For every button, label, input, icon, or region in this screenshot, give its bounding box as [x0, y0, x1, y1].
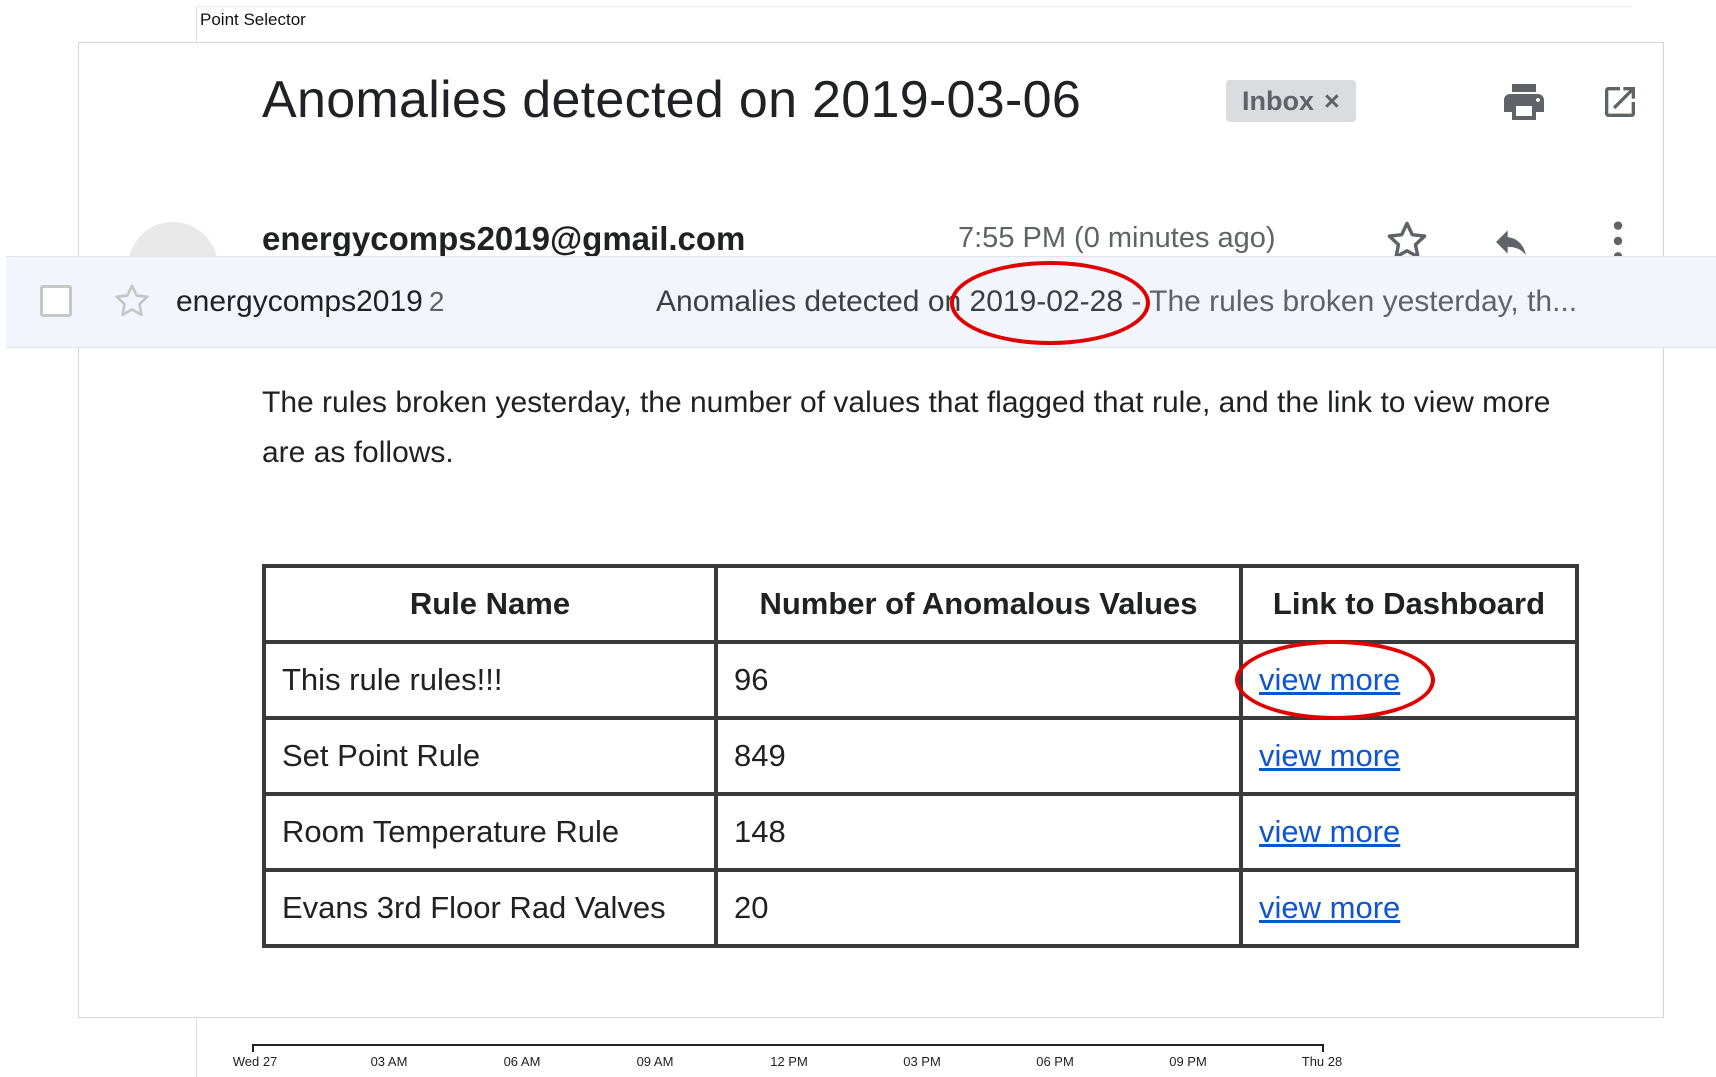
view-more-link-text: view more — [1259, 662, 1401, 697]
row-thread-count: 2 — [428, 286, 445, 317]
background-app-title: Point Selector — [200, 10, 306, 29]
email-timestamp: 7:55 PM (0 minutes ago) — [958, 222, 1276, 254]
table-row: Evans 3rd Floor Rad Valves 20 view more — [262, 868, 1579, 948]
axis-tick-label: 03 PM — [903, 1054, 941, 1069]
row-snippet: - The rules broken yesterday, th... — [1123, 285, 1578, 318]
column-header-rule-name: Rule Name — [262, 564, 718, 644]
open-in-new-icon[interactable] — [1600, 82, 1640, 122]
dashboard-link-cell: view more — [1239, 792, 1579, 872]
view-more-link[interactable]: view more — [1259, 890, 1400, 926]
axis-tick — [252, 1044, 254, 1052]
axis-tick-label: 06 AM — [503, 1054, 541, 1069]
axis-tick-label: 09 AM — [636, 1054, 674, 1069]
axis-tick-label: Wed 27 — [232, 1054, 278, 1069]
rule-name-cell: Set Point Rule — [262, 716, 718, 796]
view-more-link[interactable]: view more — [1259, 814, 1400, 850]
row-subject-prefix: Anomalies detected on — [656, 285, 970, 318]
table-header-row: Rule Name Number of Anomalous Values Lin… — [262, 564, 1579, 644]
row-subject-date: 2019-02-28 — [949, 261, 1150, 345]
anomaly-count-cell: 96 — [714, 640, 1243, 720]
axis-tick-label: 06 PM — [1036, 1054, 1074, 1069]
sender-email: energycomps2019@gmail.com — [262, 220, 746, 257]
table-row: This rule rules!!! 96 view more — [262, 640, 1579, 720]
anomaly-count-cell: 148 — [714, 792, 1243, 872]
row-subject: Anomalies detected on 2019-02-28 - The r… — [656, 261, 1578, 345]
dashboard-link-cell: view more — [1235, 640, 1579, 720]
inbox-label-text: Inbox — [1242, 85, 1314, 116]
row-subject-date-text: 2019-02-28 — [969, 285, 1124, 318]
anomaly-count-cell: 20 — [714, 868, 1243, 948]
column-header-anomalous-count: Number of Anomalous Values — [714, 564, 1243, 644]
axis-line — [252, 1044, 1324, 1046]
remove-label-icon[interactable]: × — [1324, 86, 1340, 117]
dashboard-link-cell: view more — [1239, 868, 1579, 948]
rule-name-cell: Evans 3rd Floor Rad Valves — [262, 868, 718, 948]
axis-tick-label: Thu 28 — [1301, 1054, 1343, 1069]
axis-tick-label: 03 AM — [370, 1054, 408, 1069]
column-header-dashboard-link: Link to Dashboard — [1239, 564, 1579, 644]
row-sender: energycomps2019 2 — [176, 285, 444, 319]
table-row: Set Point Rule 849 view more — [262, 716, 1579, 796]
email-subject: Anomalies detected on 2019-03-06 — [262, 71, 1082, 129]
table-row: Room Temperature Rule 148 view more — [262, 792, 1579, 872]
inbox-list-row[interactable]: energycomps2019 2 Anomalies detected on 2… — [6, 256, 1716, 348]
star-icon[interactable] — [112, 281, 152, 321]
inbox-label-badge[interactable]: Inbox × — [1226, 80, 1356, 122]
view-more-link[interactable]: view more — [1235, 640, 1435, 720]
view-more-link[interactable]: view more — [1259, 738, 1400, 774]
axis-tick-label: 09 PM — [1169, 1054, 1207, 1069]
axis-tick-label: 12 PM — [770, 1054, 808, 1069]
row-sender-name: energycomps2019 — [176, 285, 423, 318]
anomaly-count-cell: 849 — [714, 716, 1243, 796]
rule-name-cell: This rule rules!!! — [262, 640, 718, 720]
dashboard-link-cell: view more — [1239, 716, 1579, 796]
email-body-text: The rules broken yesterday, the number o… — [262, 386, 1551, 469]
timeline-axis: Wed 27 03 AM 06 AM 09 AM 12 PM 03 PM 06 … — [233, 1040, 1342, 1076]
row-checkbox[interactable] — [40, 285, 72, 317]
print-icon[interactable] — [1500, 78, 1548, 126]
rules-table: Rule Name Number of Anomalous Values Lin… — [262, 564, 1579, 948]
rule-name-cell: Room Temperature Rule — [262, 792, 718, 872]
axis-tick — [1322, 1044, 1324, 1052]
